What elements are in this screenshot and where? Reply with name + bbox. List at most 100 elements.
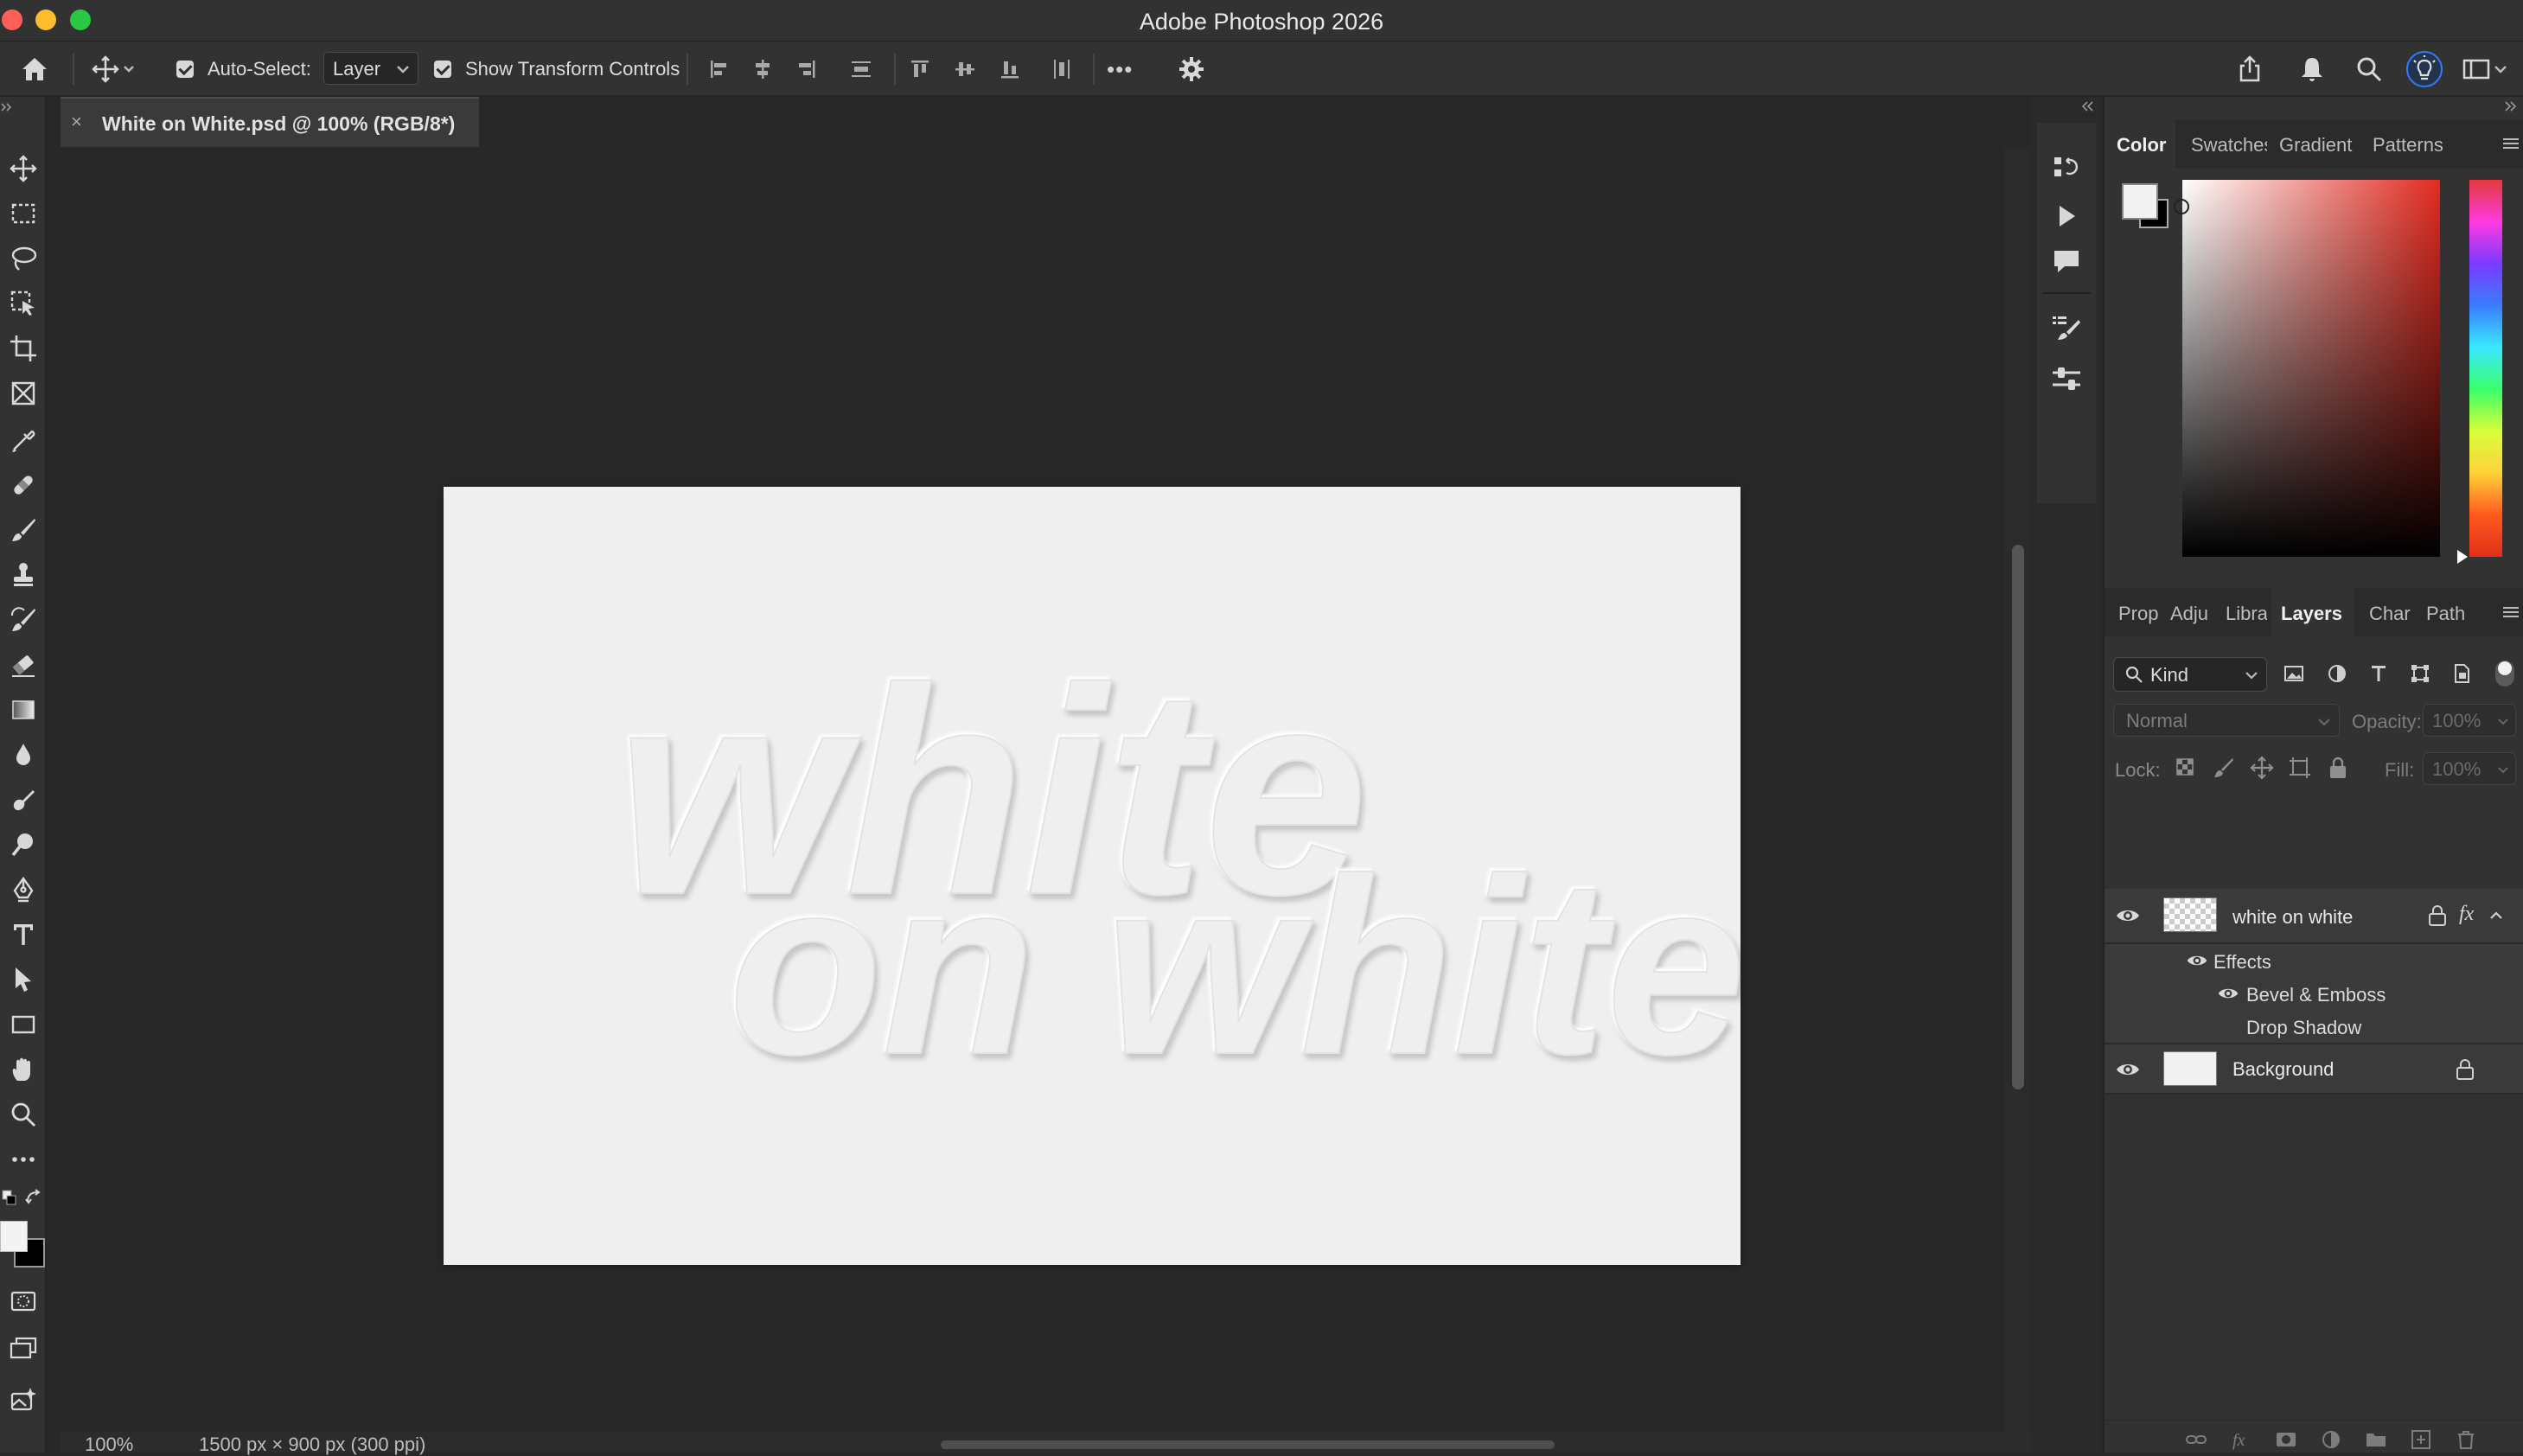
hue-slider-marker[interactable] — [2457, 550, 2468, 564]
auto-select-checkbox[interactable] — [176, 54, 194, 85]
eye-icon[interactable] — [2115, 1057, 2141, 1082]
brush-settings-panel-button[interactable] — [2049, 311, 2084, 346]
tab-gradient[interactable]: Gradient — [2271, 119, 2360, 168]
eyedropper-tool[interactable] — [3, 420, 43, 460]
default-colors-icon[interactable] — [2, 1190, 17, 1207]
lock-image-pixels-icon[interactable] — [2210, 754, 2238, 782]
eye-icon[interactable] — [2186, 949, 2208, 972]
gradient-tool[interactable] — [3, 690, 43, 730]
tab-patterns[interactable]: Patterns — [2364, 119, 2454, 168]
share-button[interactable] — [2234, 54, 2265, 85]
path-selection-tool[interactable] — [3, 960, 43, 999]
align-left-edges-button[interactable] — [704, 54, 735, 85]
lock-transparent-pixels-icon[interactable] — [2172, 754, 2200, 782]
more-options-button[interactable]: ••• — [1107, 54, 1133, 85]
show-transform-checkbox[interactable] — [434, 54, 451, 85]
tab-color[interactable]: Color — [2105, 119, 2175, 168]
blend-mode-dropdown[interactable]: Normal — [2113, 704, 2340, 737]
adjustment-filter-icon[interactable] — [2324, 661, 2350, 686]
workspace-switcher[interactable] — [2461, 54, 2509, 85]
color-saturation-field[interactable] — [2182, 180, 2440, 557]
close-tab-button[interactable]: × — [71, 111, 92, 135]
tab-properties[interactable]: Prop — [2105, 588, 2160, 636]
tool-presets-panel-button[interactable] — [2049, 361, 2084, 396]
quick-mask-mode[interactable] — [3, 1281, 43, 1321]
collapse-chevrons-icon[interactable] — [2080, 100, 2094, 112]
vertical-scrollbar[interactable] — [2004, 147, 2030, 1435]
lasso-tool[interactable] — [3, 239, 43, 278]
tool-preset-picker[interactable] — [90, 54, 137, 85]
adjustment-layer-icon[interactable] — [2319, 1427, 2343, 1452]
align-vertical-centers-button[interactable] — [949, 54, 980, 85]
lock-all-icon[interactable] — [2324, 754, 2352, 782]
smudge-tool[interactable] — [3, 780, 43, 820]
chevron-up-icon[interactable] — [2487, 906, 2506, 925]
history-panel-button[interactable] — [2049, 150, 2084, 185]
layer-name[interactable]: white on white — [2232, 906, 2353, 929]
new-layer-icon[interactable] — [2409, 1427, 2433, 1452]
collapse-chevrons-icon[interactable] — [2504, 100, 2518, 112]
link-layers-icon[interactable] — [2184, 1427, 2208, 1452]
rectangle-tool[interactable] — [3, 1005, 43, 1044]
document-tab[interactable]: × White on White.psd @ 100% (RGB/8*) — [61, 97, 479, 147]
document-size-info[interactable]: 1500 px × 900 px (300 ppi) — [199, 1434, 425, 1456]
tab-adjustments[interactable]: Adju — [2162, 588, 2215, 636]
shape-filter-icon[interactable] — [2407, 661, 2433, 686]
layer-row-white-on-white[interactable]: white on white fx — [2105, 889, 2523, 944]
fx-icon[interactable]: fx — [2229, 1427, 2253, 1452]
align-bottom-edges-button[interactable] — [994, 54, 1025, 85]
swap-colors-icon[interactable] — [24, 1188, 43, 1207]
zoom-tool[interactable] — [3, 1095, 43, 1134]
effect-bevel-emboss[interactable]: Bevel & Emboss — [2246, 984, 2386, 1006]
discover-button[interactable] — [2405, 50, 2443, 88]
frame-tool[interactable] — [3, 374, 43, 413]
panel-menu-icon[interactable] — [2501, 602, 2521, 623]
settings-button[interactable] — [1176, 54, 1207, 85]
object-selection-tool[interactable] — [3, 284, 43, 323]
zoom-level[interactable]: 100% — [85, 1434, 133, 1456]
foreground-color-swatch[interactable] — [2122, 183, 2158, 220]
trash-icon[interactable] — [2454, 1427, 2478, 1452]
lock-icon[interactable] — [2454, 1057, 2476, 1082]
filter-toggle-icon[interactable] — [2490, 659, 2520, 688]
align-right-edges-button[interactable] — [790, 54, 821, 85]
document-canvas[interactable]: white on white — [444, 487, 1741, 1265]
expand-panel-icon[interactable] — [0, 102, 12, 112]
distribute-vertical-button[interactable] — [846, 54, 877, 85]
fill-input[interactable]: 100% — [2423, 752, 2516, 785]
eraser-tool[interactable] — [3, 645, 43, 685]
history-brush-tool[interactable] — [3, 600, 43, 640]
tab-libraries[interactable]: Libra — [2217, 588, 2267, 636]
eye-icon[interactable] — [2217, 982, 2239, 1005]
layer-effects-badge[interactable]: fx — [2459, 903, 2474, 926]
home-button[interactable] — [19, 54, 50, 85]
screen-mode-button[interactable] — [3, 1328, 43, 1368]
type-tool[interactable] — [3, 915, 43, 955]
panel-menu-icon[interactable] — [2501, 133, 2521, 154]
tab-swatches[interactable]: Swatches — [2181, 119, 2267, 168]
dodge-tool[interactable] — [3, 825, 43, 865]
edit-toolbar-button[interactable] — [3, 1140, 43, 1179]
spot-healing-brush-tool[interactable] — [3, 465, 43, 505]
blur-tool[interactable] — [3, 735, 43, 775]
tab-paths[interactable]: Path — [2418, 588, 2473, 636]
add-mask-icon[interactable] — [2274, 1427, 2298, 1452]
move-tool[interactable] — [3, 149, 43, 188]
notifications-button[interactable] — [2296, 54, 2328, 85]
type-filter-icon[interactable] — [2366, 661, 2392, 686]
actions-panel-button[interactable] — [2049, 199, 2084, 233]
align-top-edges-button[interactable] — [904, 54, 936, 85]
canvas-workspace[interactable]: white on white — [61, 147, 2006, 1435]
lock-artboard-icon[interactable] — [2286, 754, 2314, 782]
clone-stamp-tool[interactable] — [3, 555, 43, 595]
horizontal-scroll-thumb[interactable] — [941, 1440, 1555, 1449]
rectangular-marquee-tool[interactable] — [3, 194, 43, 233]
generative-fill-button[interactable] — [3, 1380, 43, 1420]
tab-layers[interactable]: Layers — [2271, 588, 2354, 636]
pen-tool[interactable] — [3, 870, 43, 910]
effects-label[interactable]: Effects — [2213, 951, 2271, 974]
folder-icon[interactable] — [2364, 1427, 2388, 1452]
vertical-scroll-thumb[interactable] — [2012, 545, 2024, 1089]
crop-tool[interactable] — [3, 329, 43, 368]
eye-icon[interactable] — [2115, 903, 2141, 929]
